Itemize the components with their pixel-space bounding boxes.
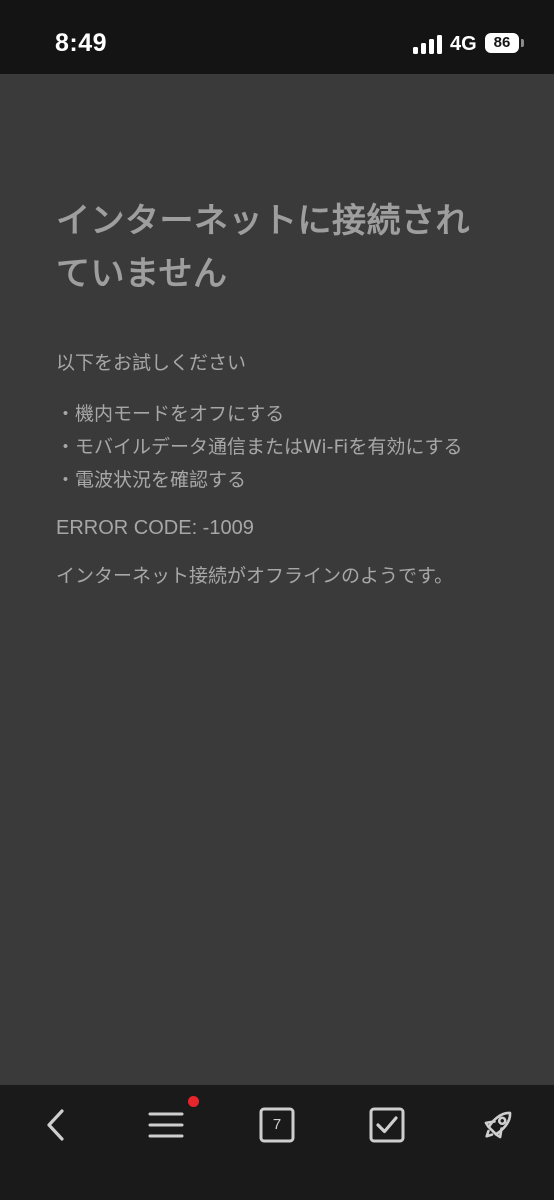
suggestions-heading: 以下をお試しください [56,352,247,374]
rocket-icon [484,1111,512,1139]
tabs-count: 7 [272,1116,282,1133]
error-content: インターネットに接続され ていません 以下をお試しください ・機内モードをオフに… [56,195,516,590]
page-title: インターネットに接続され ていません [56,195,516,301]
checklist-button[interactable] [359,1095,415,1155]
tabs-button[interactable]: 7 [249,1095,305,1155]
checkbox-icon [369,1107,405,1143]
title-line-1: インターネットに接続され [56,201,470,241]
battery-icon: 86 [485,33,519,53]
cellular-signal-icon [413,34,443,54]
suggestion-list: ・機内モードをオフにする ・モバイルデータ通信またはWi-Fiを有効にする ・電… [56,398,516,497]
menu-icon [148,1112,184,1138]
status-time: 8:49 [55,29,108,57]
bottom-toolbar: 7 [0,1085,554,1200]
back-button[interactable] [28,1095,84,1155]
title-line-2: ていません [56,254,228,294]
battery-tip [521,39,524,47]
offline-message: インターネット接続がオフラインのようです。 [56,565,454,587]
error-code: ERROR CODE: -1009 [56,517,254,539]
back-arrow-icon [47,1109,64,1141]
status-bar: 8:49 4G 86 [0,0,554,74]
battery-level: 86 [493,34,511,51]
tabs-icon: 7 [259,1107,295,1143]
notification-badge [188,1096,199,1107]
menu-button[interactable] [138,1095,194,1155]
suggestion-item: ・モバイルデータ通信またはWi-Fiを有効にする [56,436,463,458]
suggestion-item: ・機内モードをオフにする [56,403,285,425]
network-type: 4G [450,33,477,55]
suggestion-item: ・電波状況を確認する [56,469,247,491]
rocket-button[interactable] [470,1095,526,1155]
